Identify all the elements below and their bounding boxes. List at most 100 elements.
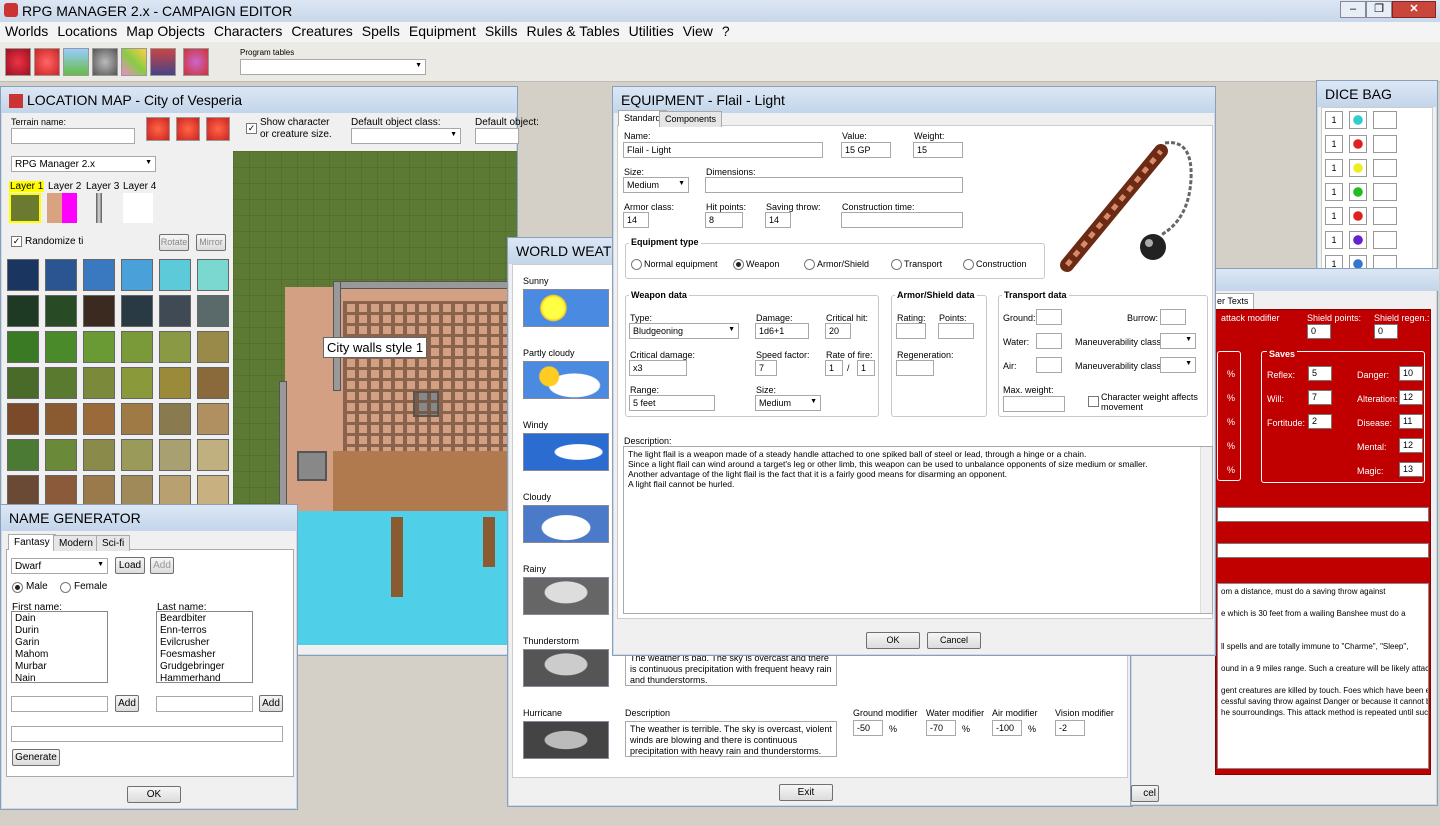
characters-tool-icon[interactable] xyxy=(92,48,118,76)
tile[interactable] xyxy=(45,475,77,507)
tile[interactable] xyxy=(7,403,39,435)
menu-locations[interactable]: Locations xyxy=(57,23,117,39)
menu-map-objects[interactable]: Map Objects xyxy=(126,23,205,39)
ground-mod-input[interactable]: -50 xyxy=(853,720,883,736)
equipment-cancel-button[interactable]: Cancel xyxy=(927,632,981,649)
tile[interactable] xyxy=(83,295,115,327)
menu-help[interactable]: ? xyxy=(722,23,730,39)
tile[interactable] xyxy=(121,439,153,471)
map-tool-icon[interactable] xyxy=(63,48,89,76)
description-text[interactable]: The light flail is a weapon made of a st… xyxy=(623,446,1213,614)
tile[interactable] xyxy=(159,295,191,327)
mirror-button[interactable]: Mirror xyxy=(196,234,226,251)
vision-mod-input[interactable]: -2 xyxy=(1055,720,1085,736)
rotate-button[interactable]: Rotate xyxy=(159,234,189,251)
weather-exit-button[interactable]: Exit xyxy=(779,784,833,801)
fortitude-input[interactable]: 2 xyxy=(1308,414,1332,429)
rating-input[interactable] xyxy=(896,323,926,339)
range-input[interactable]: 5 feet xyxy=(629,395,715,411)
dice-result[interactable] xyxy=(1373,111,1397,129)
creature-field-1[interactable] xyxy=(1217,507,1429,522)
tile[interactable] xyxy=(7,367,39,399)
minimize-button[interactable]: – xyxy=(1340,1,1366,18)
tile[interactable] xyxy=(159,439,191,471)
d4-icon[interactable] xyxy=(1349,111,1367,129)
tab-scifi[interactable]: Sci-fi xyxy=(96,535,131,551)
add-race-button[interactable]: Add xyxy=(150,557,174,574)
hurricane-description[interactable]: The weather is terrible. The sky is over… xyxy=(625,721,837,757)
hurricane-icon[interactable] xyxy=(523,721,609,759)
ground-input[interactable] xyxy=(1036,309,1062,325)
tile[interactable] xyxy=(83,367,115,399)
dice-result[interactable] xyxy=(1373,183,1397,201)
tileset-select[interactable]: RPG Manager 2.x xyxy=(11,156,156,172)
d8-icon[interactable] xyxy=(1349,159,1367,177)
mental-input[interactable]: 12 xyxy=(1399,438,1423,453)
speed-factor-input[interactable]: 7 xyxy=(755,360,777,376)
show-size-checkbox[interactable]: ✓ xyxy=(246,123,257,134)
layer-4-swatch[interactable] xyxy=(123,193,153,223)
menu-equipment[interactable]: Equipment xyxy=(409,23,476,39)
tile[interactable] xyxy=(45,439,77,471)
generate-button[interactable]: Generate xyxy=(12,749,60,766)
restore-button[interactable]: ❐ xyxy=(1366,1,1392,18)
critical-hit-input[interactable]: 20 xyxy=(825,323,851,339)
windy-icon[interactable] xyxy=(523,433,609,471)
hit-points-input[interactable]: 8 xyxy=(705,212,743,228)
list-item[interactable]: Enn-terros xyxy=(160,625,249,637)
last-name-list[interactable]: Beardbiter Enn-terros Evilcrusher Foesmashe… xyxy=(156,611,253,683)
terrain-name-input[interactable] xyxy=(11,128,135,144)
tile[interactable] xyxy=(197,331,229,363)
menu-view[interactable]: View xyxy=(683,23,713,39)
layer-1-swatch[interactable] xyxy=(9,193,41,223)
layer-3-tab[interactable]: Layer 3 xyxy=(86,181,119,192)
list-item[interactable]: Nain xyxy=(15,673,104,685)
tile[interactable] xyxy=(83,475,115,507)
tile[interactable] xyxy=(197,475,229,507)
max-weight-input[interactable] xyxy=(1003,396,1065,412)
tile[interactable] xyxy=(121,475,153,507)
menu-utilities[interactable]: Utilities xyxy=(629,23,674,39)
add-last-button[interactable]: Add xyxy=(259,695,283,712)
tile[interactable] xyxy=(83,403,115,435)
name-gen-ok-button[interactable]: OK xyxy=(127,786,181,803)
dice-result[interactable] xyxy=(1373,231,1397,249)
tool-c-icon[interactable] xyxy=(206,117,230,141)
menu-creatures[interactable]: Creatures xyxy=(291,23,352,39)
menu-skills[interactable]: Skills xyxy=(485,23,518,39)
cloudy-icon[interactable] xyxy=(523,505,609,543)
name-input[interactable]: Flail - Light xyxy=(623,142,823,158)
tile[interactable] xyxy=(121,295,153,327)
list-item[interactable]: Murbar xyxy=(15,661,104,673)
list-item[interactable]: Evilcrusher xyxy=(160,637,249,649)
menu-worlds[interactable]: Worlds xyxy=(5,23,48,39)
shield-regen-input[interactable]: 0 xyxy=(1374,324,1398,339)
rainy-icon[interactable] xyxy=(523,577,609,615)
points-input[interactable] xyxy=(938,323,974,339)
tile[interactable] xyxy=(7,439,39,471)
rate-of-fire-input-2[interactable]: 1 xyxy=(857,360,875,376)
creature-text-area[interactable]: om a distance, must do a saving throw ag… xyxy=(1217,583,1429,769)
tile[interactable] xyxy=(121,403,153,435)
default-object-input[interactable] xyxy=(475,128,519,144)
list-item[interactable]: Durin xyxy=(15,625,104,637)
water-maneuver-select[interactable] xyxy=(1160,333,1196,349)
tile[interactable] xyxy=(45,259,77,291)
male-radio[interactable] xyxy=(12,582,23,593)
tile[interactable] xyxy=(197,439,229,471)
list-item[interactable]: Hammerhand xyxy=(160,673,249,682)
program-tables-select[interactable] xyxy=(240,59,426,75)
layer-2-tab[interactable]: Layer 2 xyxy=(48,181,81,192)
last-name-input[interactable] xyxy=(156,696,253,712)
generated-name-output[interactable] xyxy=(11,726,283,742)
air-mod-input[interactable]: -100 xyxy=(992,720,1022,736)
sunny-icon[interactable] xyxy=(523,289,609,327)
armor-shield-radio[interactable] xyxy=(804,259,815,270)
tile[interactable] xyxy=(45,331,77,363)
tile[interactable] xyxy=(7,475,39,507)
critical-damage-input[interactable]: x3 xyxy=(629,360,687,376)
tab-components[interactable]: Components xyxy=(659,111,723,127)
equipment-tool-icon[interactable] xyxy=(183,48,209,76)
tile[interactable] xyxy=(197,259,229,291)
construction-time-input[interactable] xyxy=(841,212,963,228)
